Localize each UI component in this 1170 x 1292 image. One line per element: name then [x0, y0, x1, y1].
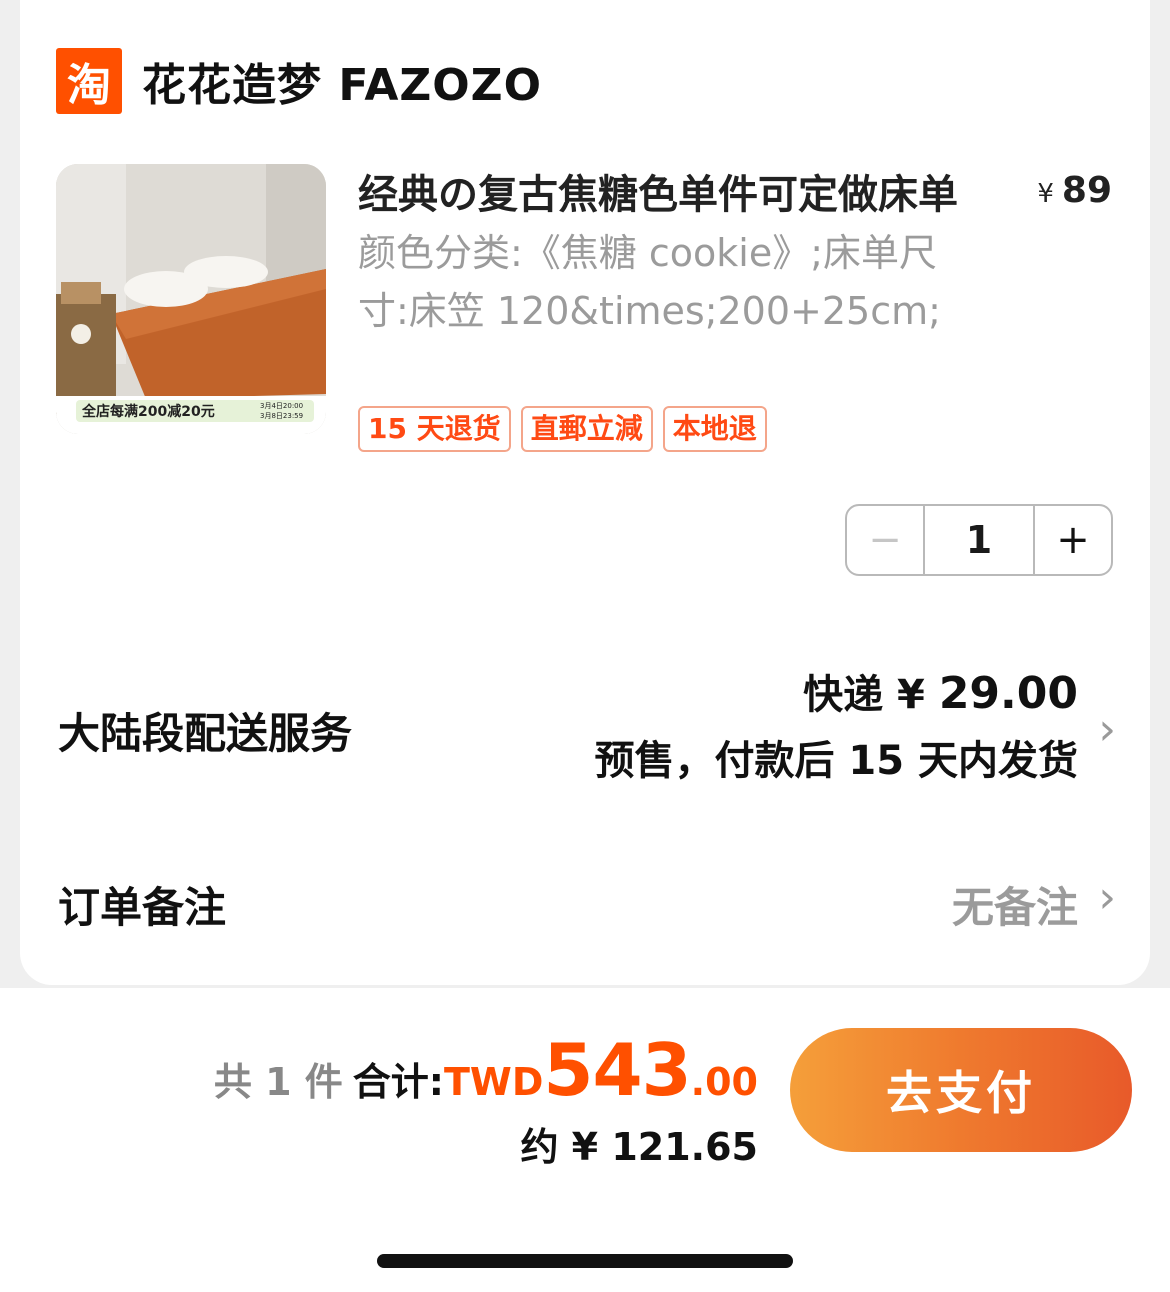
total-label: 合计: [352, 1060, 444, 1104]
service-tags: 15 天退货 直郵立減 本地退 [358, 406, 767, 452]
increase-button[interactable]: + [1033, 506, 1111, 574]
order-totals: 共 1 件合计:TWD543.00 约 ¥ 121.65 [214, 1028, 758, 1171]
shipping-label: 大陆段配送服务 [58, 709, 353, 758]
product-photo: 全店每满200减20元 3月4日20:00 3月8日23:59 [56, 164, 326, 434]
quantity-stepper: − 1 + [845, 504, 1113, 576]
product-title[interactable]: 经典の复古焦糖色单件可定做床单 [358, 162, 958, 220]
price-value: 89 [1061, 170, 1112, 211]
total-integer: 543 [543, 1028, 691, 1112]
item-count: 共 1 件 [214, 1060, 343, 1104]
banner-date-end: 3月8日23:59 [260, 412, 303, 420]
shipping-fee: 快递 ¥ 29.00 [594, 664, 1078, 725]
tag-local-return: 本地退 [662, 406, 767, 452]
checkout-bar: 共 1 件合计:TWD543.00 约 ¥ 121.65 去支付 [0, 988, 1170, 1292]
count-value: 1 [265, 1060, 292, 1104]
shop-name[interactable]: 花花造梦 FAZOZO [142, 49, 542, 113]
shipping-chevron-icon[interactable]: › [1098, 704, 1116, 755]
tag-discount: 直郵立減 [520, 406, 653, 452]
quantity-value[interactable]: 1 [925, 506, 1033, 574]
total-decimal: .00 [690, 1060, 758, 1104]
count-prefix: 共 [213, 1060, 252, 1104]
currency-symbol: ¥ [1037, 179, 1054, 209]
pay-button[interactable]: 去支付 [790, 1028, 1132, 1152]
total-currency: TWD [443, 1060, 544, 1104]
banner-text: 全店每满200减20元 [81, 403, 215, 420]
product-variant[interactable]: 颜色分类:《焦糖 cookie》;床单尺寸:床笠 120&times;200+2… [358, 224, 958, 340]
banner-date-start: 3月4日20:00 [260, 402, 303, 410]
home-indicator[interactable] [377, 1254, 793, 1268]
total-line: 共 1 件合计:TWD543.00 [214, 1028, 758, 1112]
shipping-info[interactable]: 快递 ¥ 29.00 预售，付款后 15 天内发货 [594, 664, 1078, 797]
taobao-logo-icon: 淘 [56, 48, 122, 114]
shipping-fee-prefix: 快递 ¥ [803, 672, 939, 718]
note-chevron-icon[interactable]: › [1098, 872, 1116, 923]
approx-rmb: 约 ¥ 121.65 [520, 1125, 758, 1169]
decrease-button[interactable]: − [847, 506, 925, 574]
product-image[interactable]: 全店每满200减20元 3月4日20:00 3月8日23:59 [56, 164, 326, 434]
count-suffix: 件 [304, 1060, 343, 1104]
shipping-fee-amount: 29.00 [938, 668, 1078, 719]
order-card: 淘 花花造梦 FAZOZO 全店每满200减20元 3月4日20:00 3月8日… [20, 0, 1150, 985]
tag-return: 15 天退货 [358, 406, 511, 452]
order-note-value[interactable]: 无备注 [952, 874, 1078, 935]
presale-notice: 预售，付款后 15 天内发货 [594, 738, 1078, 784]
shop-header[interactable]: 淘 花花造梦 FAZOZO [56, 48, 542, 114]
product-price: ¥89 [1037, 170, 1112, 211]
order-note-label: 订单备注 [58, 883, 227, 932]
